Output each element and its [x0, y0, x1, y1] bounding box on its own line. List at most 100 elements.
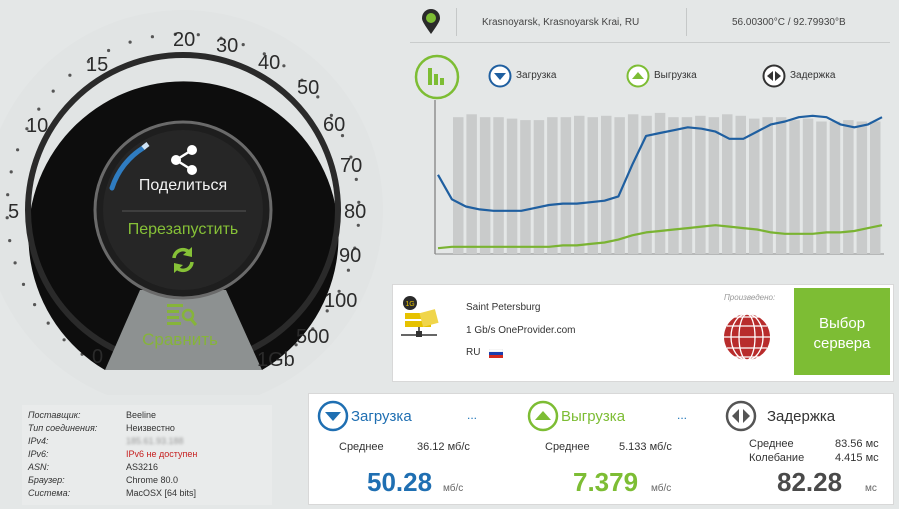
- speed-gauge: 0 5 10 15 20 30 40 50 60 70 80 90 100 50…: [0, 0, 385, 395]
- compare-button[interactable]: Сравнить: [125, 300, 235, 355]
- chart-bar: [749, 118, 760, 254]
- chart-bar: [695, 115, 706, 254]
- compare-list-icon: [167, 304, 197, 326]
- info-value: MacOSX [64 bits]: [126, 488, 197, 498]
- chart-bar: [587, 117, 598, 254]
- server-country: RU: [466, 347, 481, 358]
- info-key: IPv6:: [28, 449, 49, 459]
- share-label: Поделиться: [138, 177, 228, 194]
- server-icon: 1G: [401, 296, 439, 337]
- upload-result-card: Выгрузка ... Среднее 5.133 мб/с 7.379 мб…: [519, 394, 709, 504]
- choose-server-button[interactable]: Выбор сервера: [794, 288, 890, 375]
- legend-latency-label: Задержка: [790, 70, 836, 81]
- gauge-tick-dot: [21, 282, 26, 286]
- chart-bar: [547, 117, 558, 254]
- latency-title: Задержка: [767, 408, 836, 425]
- scale-label-15: 15: [86, 54, 109, 76]
- chart-bar: [627, 114, 639, 254]
- upload-more-dots[interactable]: ...: [677, 408, 687, 422]
- download-more-dots[interactable]: ...: [467, 408, 477, 422]
- gauge-tick-dot: [196, 33, 200, 37]
- info-key: Браузер:: [28, 475, 65, 485]
- latency-value: 82.28: [777, 467, 843, 497]
- gauge-tick-dot: [282, 64, 286, 68]
- gauge-tick-dot: [346, 268, 350, 272]
- svg-text:1G: 1G: [405, 301, 414, 308]
- scale-label-30: 30: [216, 35, 239, 57]
- latency-jitter-value: 4.415 мс: [835, 452, 879, 464]
- gauge-tick-dot: [150, 35, 154, 39]
- scale-label-20: 20: [173, 29, 196, 51]
- compare-label: Сравнить: [142, 330, 218, 349]
- gauge-tick-dot: [51, 89, 55, 93]
- chart-bar: [708, 117, 720, 254]
- latency-avg-value: 83.56 мс: [835, 438, 879, 450]
- speed-chart: [434, 100, 884, 255]
- legend-download[interactable]: Загрузка: [488, 64, 578, 88]
- chart-bar: [829, 121, 841, 254]
- info-key: Система:: [28, 488, 71, 498]
- scale-label-0: 0: [92, 346, 104, 368]
- gauge-tick-dot: [46, 321, 50, 325]
- chart-bar: [601, 115, 612, 254]
- legend-latency[interactable]: Задержка: [762, 64, 852, 88]
- scale-label-10: 10: [26, 115, 49, 137]
- server-city: Saint Petersburg: [466, 302, 541, 313]
- legend-upload-label: Выгрузка: [654, 70, 697, 81]
- upload-speed-value: 7.379: [573, 467, 639, 497]
- russia-flag-icon: [489, 349, 503, 358]
- results-panel: Загрузка ... Среднее 36.12 мб/с 50.28 мб…: [308, 393, 894, 505]
- download-result-card: Загрузка ... Среднее 36.12 мб/с 50.28 мб…: [309, 394, 499, 504]
- map-pin-icon: [422, 9, 440, 34]
- produced-by-label: Произведено:: [724, 293, 776, 302]
- chart-bar: [506, 118, 518, 254]
- chart-bar: [574, 115, 585, 254]
- divider: [686, 8, 687, 36]
- upload-avg-value: 5.133 мб/с: [619, 441, 672, 453]
- scale-label-60: 60: [323, 114, 346, 136]
- chart-bar: [560, 117, 572, 254]
- chart-bar: [520, 120, 531, 254]
- download-avg-label: Среднее: [339, 441, 384, 453]
- download-unit: мб/с: [443, 483, 464, 494]
- info-value: IPv6 не доступен: [126, 449, 198, 459]
- scale-label-40: 40: [258, 52, 281, 74]
- scale-label-100: 100: [324, 290, 358, 312]
- oneprovider-logo-icon: [724, 313, 770, 361]
- gauge-tick-dot: [107, 48, 111, 53]
- download-icon: [488, 64, 512, 88]
- legend-upload[interactable]: Выгрузка: [626, 64, 716, 88]
- info-value: Неизвестно: [126, 423, 175, 433]
- scale-label-1gb: 1Gb: [257, 349, 295, 371]
- info-value: AS3216: [126, 462, 159, 472]
- download-icon: [317, 400, 349, 432]
- gauge-tick-dot: [62, 338, 66, 342]
- latency-unit: мс: [865, 483, 877, 494]
- latency-avg-label: Среднее: [749, 438, 794, 450]
- scale-label-70: 70: [340, 155, 363, 177]
- chart-bar: [479, 117, 491, 254]
- choose-server-label-2: сервера: [813, 335, 871, 352]
- chart-toggle-icon[interactable]: [414, 54, 460, 100]
- scale-label-80: 80: [344, 201, 367, 223]
- chart-bar: [856, 121, 868, 254]
- chart-bar: [453, 117, 464, 254]
- info-value: 185.61.93.188: [126, 436, 184, 446]
- info-value: Beeline: [126, 410, 157, 420]
- scale-label-90: 90: [339, 245, 362, 267]
- latency-jitter-label: Колебание: [749, 452, 805, 464]
- gauge-tick-dot: [9, 170, 13, 174]
- latency-result-card: Задержка Среднее 83.56 мс Колебание 4.41…: [719, 394, 893, 504]
- chart-bar: [668, 117, 679, 254]
- refresh-icon: [172, 247, 194, 273]
- restart-label: Перезапустить: [127, 221, 239, 238]
- info-key: Поставщик:: [28, 410, 81, 420]
- restart-button[interactable]: Перезапустить: [108, 215, 258, 280]
- chart-bar: [735, 115, 746, 254]
- share-button[interactable]: Поделиться: [108, 145, 258, 205]
- download-title: Загрузка: [351, 408, 412, 425]
- upload-avg-label: Среднее: [545, 441, 590, 453]
- latency-icon: [725, 400, 757, 432]
- location-bar: Krasnoyarsk, Krasnoyarsk Krai, RU 56.003…: [410, 0, 890, 43]
- gauge-tick-dot: [13, 261, 17, 265]
